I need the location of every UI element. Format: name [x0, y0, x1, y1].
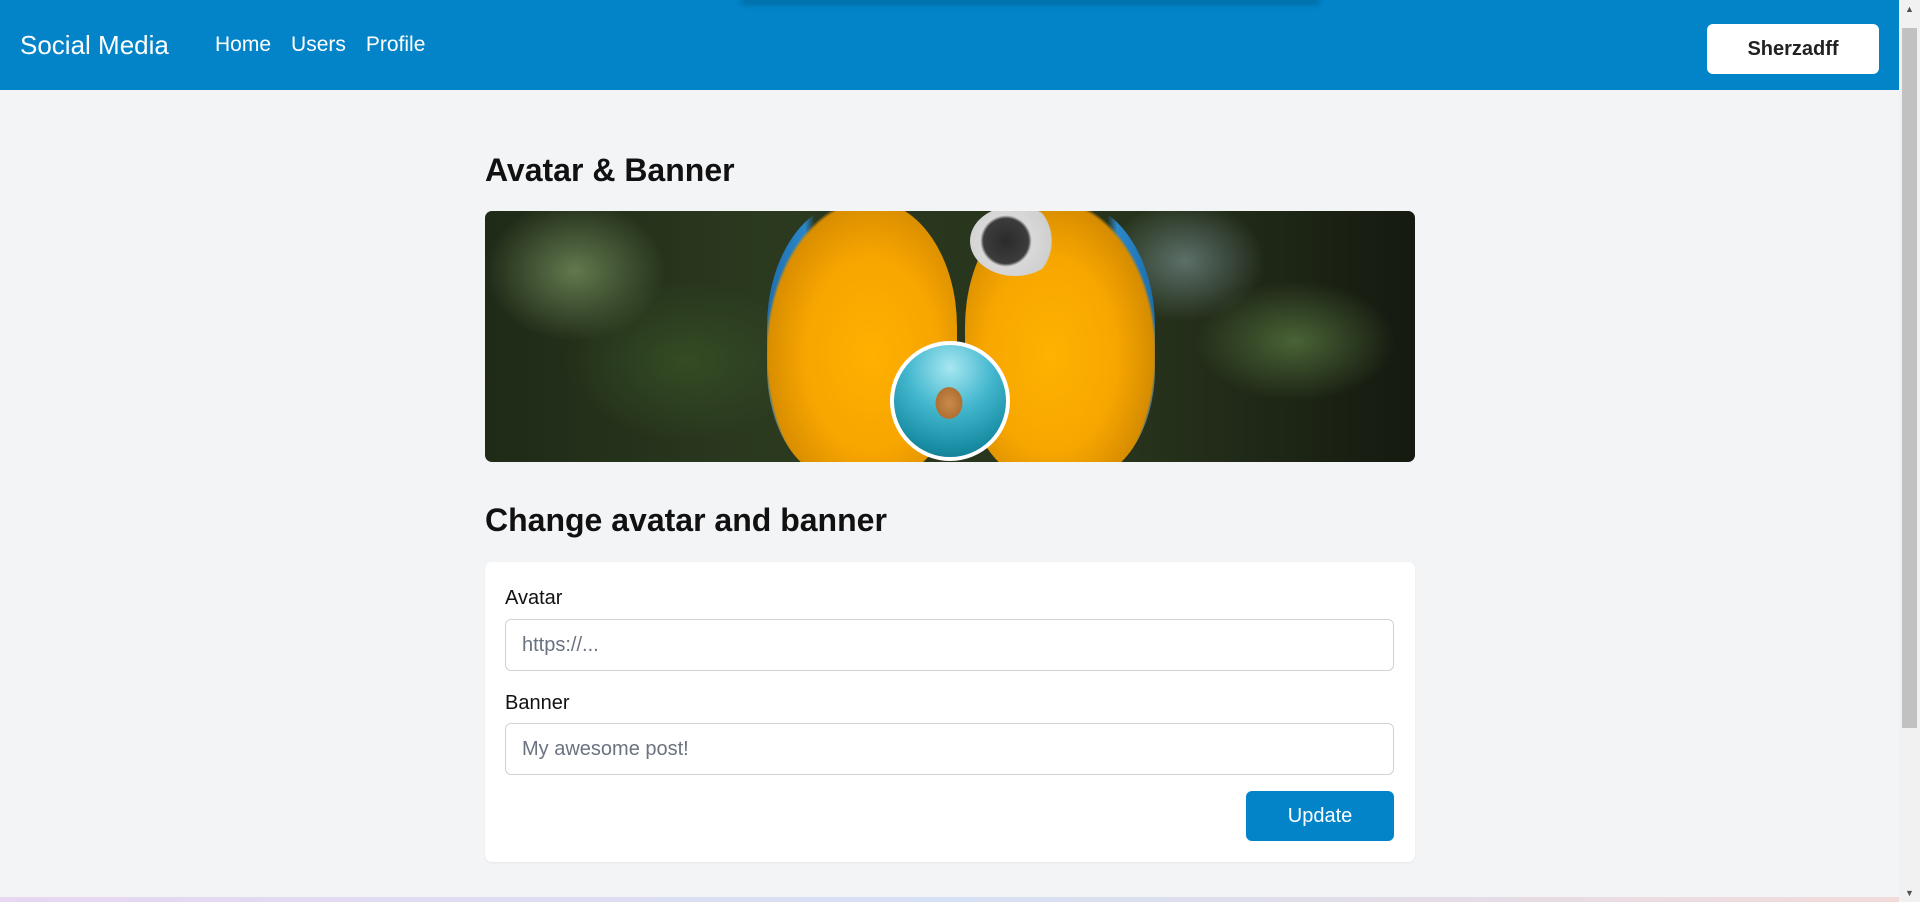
scrollbar-thumb[interactable] — [1902, 28, 1917, 728]
nav-link-profile[interactable]: Profile — [366, 33, 426, 57]
top-navbar: Social Media Home Users Profile Sherzadf… — [0, 0, 1899, 90]
nav-link-home[interactable]: Home — [215, 33, 271, 57]
avatar-banner-heading: Avatar & Banner — [485, 152, 735, 188]
page-scrollbar[interactable]: ▲ ▼ — [1899, 0, 1920, 902]
brand-link[interactable]: Social Media — [20, 0, 169, 90]
profile-banner-image — [485, 211, 1415, 462]
scroll-down-arrow-icon[interactable]: ▼ — [1899, 886, 1920, 900]
change-media-heading: Change avatar and banner — [485, 502, 887, 538]
window-shadow — [740, 0, 1320, 6]
avatar-field-label: Avatar — [505, 587, 563, 609]
avatar-url-input[interactable] — [505, 619, 1394, 671]
nav-link-users[interactable]: Users — [291, 33, 346, 57]
profile-avatar — [890, 341, 1010, 461]
main-nav: Home Users Profile — [215, 0, 425, 90]
scroll-up-arrow-icon[interactable]: ▲ — [1899, 2, 1920, 16]
change-media-form: Avatar Banner Update — [485, 562, 1415, 862]
update-button[interactable]: Update — [1246, 791, 1394, 841]
user-menu-button[interactable]: Sherzadff — [1707, 24, 1879, 74]
banner-field-label: Banner — [505, 692, 570, 714]
bottom-edge-strip — [0, 897, 1899, 902]
banner-url-input[interactable] — [505, 723, 1394, 775]
